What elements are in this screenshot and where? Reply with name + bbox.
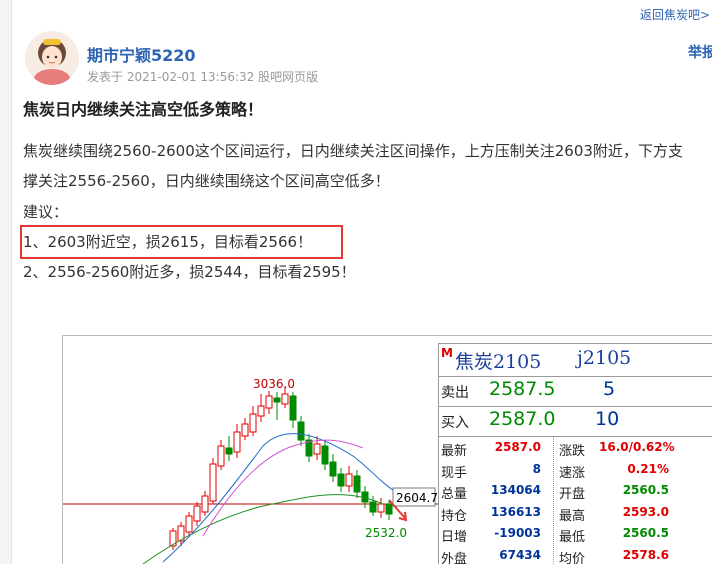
- candle-body: [209, 463, 217, 502]
- quote-panel: M 焦炭2105 j2105 卖出 2587.5 5 买入 2587.0 10 …: [438, 343, 712, 564]
- stat-value: 67434: [499, 547, 541, 562]
- stat-value: 2593.0: [622, 504, 669, 519]
- stat-value: 0.21%: [627, 461, 669, 476]
- post-client: 股吧网页版: [258, 70, 319, 84]
- stat-label: 现手: [441, 465, 468, 481]
- stat-value: 2578.6: [622, 547, 669, 562]
- stat-label: 涨跌: [559, 444, 586, 459]
- post-container: 返回焦炭吧> 期市宁颖5220 举报 发表于 2021-02-01 13:56:…: [11, 0, 712, 564]
- stat-label: 外盘: [441, 551, 468, 564]
- stat-value: 8: [532, 461, 541, 476]
- ask-volume: 5: [603, 378, 616, 400]
- post-text-line: 2、2556-2560附近多，损2544，目标看2595！: [23, 263, 356, 281]
- candle-body: [313, 443, 321, 455]
- high-price-label: 3036.0: [253, 377, 295, 391]
- stat-label: 最高: [559, 508, 586, 524]
- stat-label: 总量: [441, 487, 468, 502]
- avatar[interactable]: [25, 31, 79, 85]
- candle-body: [337, 473, 345, 487]
- bid-label: 买入: [441, 415, 469, 431]
- avatar-girl-icon: [25, 31, 79, 85]
- candle-body: [265, 395, 273, 409]
- candle-body: [217, 445, 225, 467]
- quote-title: 焦炭2105: [455, 351, 542, 373]
- price-tag: 2604.7: [396, 491, 438, 505]
- stat-value: 2560.5: [622, 526, 669, 540]
- stat-value: 136613: [490, 504, 541, 519]
- candle-body: [273, 397, 281, 403]
- stat-label: 最低: [559, 530, 586, 545]
- stat-label: 均价: [559, 551, 586, 564]
- kline-chart: 3036.0 2532.0 2604.7: [63, 377, 439, 564]
- post-text-line: 撑关注2556-2560，日内继续围绕这个区间高空低多！: [23, 172, 390, 190]
- low-price-label: 2532.0: [365, 526, 407, 540]
- stat-value: 2587.0: [494, 440, 541, 454]
- candle-body: [369, 501, 377, 513]
- candle-body: [321, 445, 329, 465]
- candle-body: [353, 475, 361, 493]
- candle-body: [249, 413, 257, 433]
- return-to-bar-link[interactable]: 返回焦炭吧>: [640, 6, 710, 23]
- stat-value: 16.0/0.62%: [599, 440, 675, 454]
- candle-body: [241, 423, 249, 437]
- stat-label: 日增: [441, 530, 468, 545]
- post-text-line: 建议：: [23, 203, 69, 221]
- candle-body: [281, 393, 289, 405]
- post-title: 焦炭日内继续关注高空低多策略！: [23, 100, 264, 119]
- stat-value: 2560.5: [622, 483, 669, 497]
- highlight-box: [20, 225, 343, 259]
- post-datetime: 2021-02-01 13:56:32: [126, 70, 255, 84]
- stat-label: 开盘: [559, 487, 586, 502]
- candle-body: [329, 461, 337, 477]
- ask-price: 2587.5: [489, 378, 556, 400]
- post-text-line: 焦炭继续围绕2560-2600这个区间运行，日内继续关注区间操作，上方压制关注2…: [23, 142, 683, 160]
- candle-body: [289, 395, 297, 421]
- candle-body: [257, 405, 265, 417]
- author-name[interactable]: 期市宁颖5220: [87, 42, 196, 66]
- stat-label: 持仓: [441, 508, 468, 524]
- candle-body: [345, 473, 353, 487]
- candle-body: [193, 505, 201, 522]
- published-label: 发表于: [87, 70, 124, 84]
- quote-badge: M: [441, 346, 453, 360]
- candle-body: [233, 431, 241, 453]
- candles-group: [169, 386, 393, 550]
- ask-label: 卖出: [441, 385, 469, 401]
- quote-code: j2105: [577, 347, 632, 369]
- post-meta: 发表于 2021-02-01 13:56:32 股吧网页版: [87, 68, 318, 85]
- candle-body: [385, 503, 393, 515]
- candle-body: [201, 495, 209, 513]
- candle-body: [185, 515, 193, 533]
- bid-price: 2587.0: [489, 408, 556, 430]
- bid-volume: 10: [595, 408, 620, 430]
- kline-chart-image: 3036.0 2532.0 2604.7 M 焦炭2105 j2105 卖出 2…: [62, 335, 712, 564]
- candle-body: [297, 421, 305, 441]
- stat-value: -19003: [494, 526, 541, 540]
- candle-body: [225, 447, 233, 455]
- candle-body: [377, 503, 385, 513]
- stat-label: 速涨: [559, 465, 586, 481]
- stat-label: 最新: [441, 444, 468, 459]
- stat-value: 134064: [490, 483, 541, 497]
- report-link[interactable]: 举报: [688, 42, 712, 62]
